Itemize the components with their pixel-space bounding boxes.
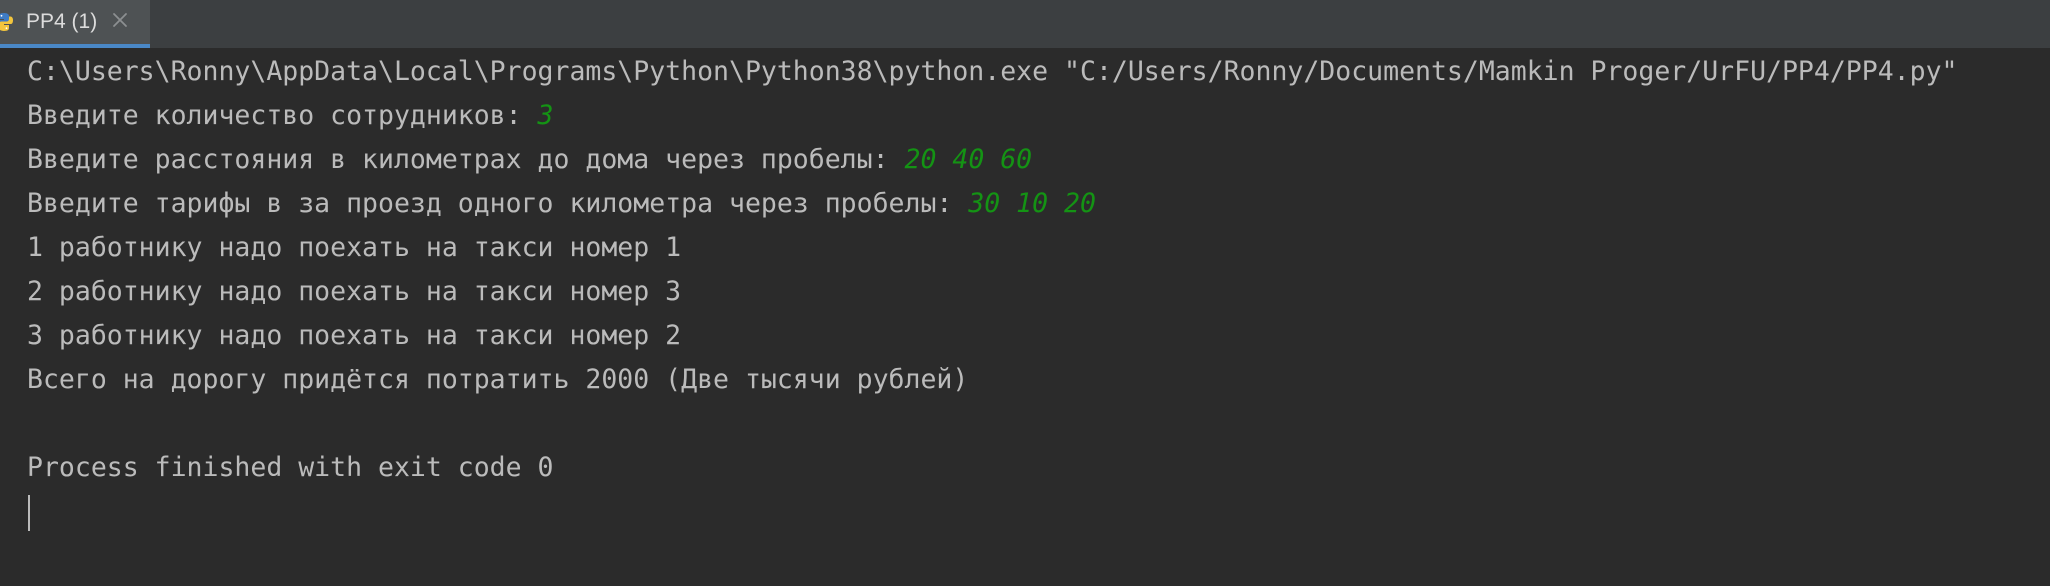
console-prompt-line: Введите тарифы в за проезд одного киломе… — [27, 184, 1096, 224]
user-input-text: 30 10 20 — [968, 188, 1096, 219]
tab-label: PP4 (1) — [26, 10, 98, 33]
console-command-line: C:\Users\Ronny\AppData\Local\Programs\Py… — [27, 52, 1957, 92]
console-output-line: 2 работнику надо поехать на такси номер … — [27, 272, 681, 312]
command-text: C:\Users\Ronny\AppData\Local\Programs\Py… — [27, 56, 1958, 87]
output-text: Всего на дорогу придётся потратить 2000 … — [27, 364, 969, 395]
output-text: 2 работнику надо поехать на такси номер … — [27, 276, 682, 307]
console-output-line: 3 работнику надо поехать на такси номер … — [27, 316, 681, 356]
user-input-text: 20 40 60 — [904, 144, 1033, 175]
text-caret[interactable] — [28, 495, 30, 531]
output-text: 1 работнику надо поехать на такси номер … — [27, 232, 682, 263]
console-exit-line: Process finished with exit code 0 — [27, 448, 554, 488]
exit-status-text: Process finished with exit code 0 — [27, 452, 554, 483]
close-icon[interactable] — [111, 11, 129, 29]
prompt-text: Введите количество сотрудников: — [27, 100, 538, 131]
console-prompt-line: Введите расстояния в километрах до дома … — [27, 140, 1032, 180]
tab-bar: PP4 (1) — [0, 0, 2050, 49]
tab-run-pp4[interactable]: PP4 (1) — [0, 0, 150, 48]
user-input-text: 3 — [537, 100, 554, 131]
console-prompt-line: Введите количество сотрудников: 3 — [27, 96, 554, 136]
run-console[interactable]: C:\Users\Ronny\AppData\Local\Programs\Py… — [0, 49, 2050, 586]
console-output-line: 1 работнику надо поехать на такси номер … — [27, 228, 681, 268]
prompt-text: Введите расстояния в километрах до дома … — [27, 144, 905, 175]
output-text: 3 работнику надо поехать на такси номер … — [27, 320, 682, 351]
prompt-text: Введите тарифы в за проезд одного киломе… — [27, 188, 969, 219]
python-icon — [0, 13, 13, 31]
console-output-line: Всего на дорогу придётся потратить 2000 … — [27, 360, 968, 400]
